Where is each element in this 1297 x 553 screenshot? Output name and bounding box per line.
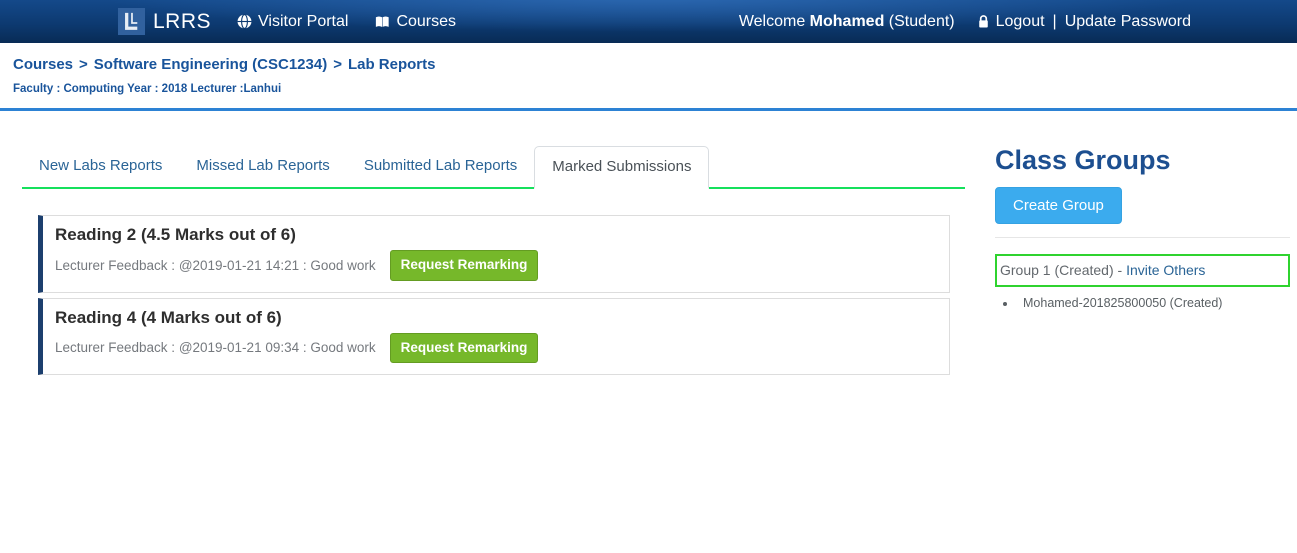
nav-visitor-portal[interactable]: Visitor Portal — [237, 13, 348, 31]
report-card: Reading 2 (4.5 Marks out of 6) Lecturer … — [38, 215, 950, 293]
tab-submitted-lab-reports[interactable]: Submitted Lab Reports — [347, 146, 534, 187]
invite-others-link[interactable]: Invite Others — [1126, 262, 1205, 278]
lecturer-feedback: Lecturer Feedback : @2019-01-21 14:21 : … — [55, 258, 376, 273]
create-group-button[interactable]: Create Group — [995, 187, 1122, 224]
tab-marked-submissions[interactable]: Marked Submissions — [534, 146, 709, 189]
group-item: Group 1 (Created) - Invite Others — [995, 254, 1290, 287]
tab-new-labs-reports[interactable]: New Labs Reports — [22, 146, 179, 187]
update-password-link[interactable]: Update Password — [1065, 13, 1191, 31]
group-member: Mohamed-201825800050 (Created) — [1017, 296, 1290, 310]
tab-missed-lab-reports[interactable]: Missed Lab Reports — [179, 146, 346, 187]
book-icon — [374, 15, 390, 29]
breadcrumb-item-course[interactable]: Software Engineering (CSC1234) — [94, 56, 327, 73]
breadcrumb-separator: > — [333, 56, 342, 73]
brand[interactable]: LRRS — [118, 8, 211, 35]
lock-icon — [977, 14, 990, 29]
username: Mohamed — [810, 13, 885, 30]
nav-courses-label: Courses — [396, 13, 456, 31]
breadcrumb: Courses > Software Engineering (CSC1234) > L… — [13, 56, 1284, 73]
brand-text: LRRS — [153, 10, 211, 34]
globe-icon — [237, 14, 252, 29]
report-title: Reading 2 (4.5 Marks out of 6) — [55, 225, 937, 245]
breadcrumb-item-courses[interactable]: Courses — [13, 56, 73, 73]
request-remarking-button[interactable]: Request Remarking — [390, 250, 539, 281]
tab-bar: New Labs Reports Missed Lab Reports Subm… — [22, 146, 965, 189]
group-member-list: Mohamed-201825800050 (Created) — [995, 296, 1290, 310]
class-groups-panel: Class Groups Create Group Group 1 (Creat… — [995, 146, 1290, 310]
course-meta: Faculty : Computing Year : 2018 Lecturer… — [13, 83, 1284, 95]
nav-courses[interactable]: Courses — [374, 13, 456, 31]
request-remarking-button[interactable]: Request Remarking — [390, 333, 539, 364]
breadcrumb-item-lab-reports: Lab Reports — [348, 56, 436, 73]
logout-label: Logout — [996, 13, 1045, 31]
breadcrumb-strip: Courses > Software Engineering (CSC1234) > L… — [0, 43, 1297, 95]
report-title: Reading 4 (4 Marks out of 6) — [55, 308, 937, 328]
breadcrumb-separator: > — [79, 56, 88, 73]
sidebar-divider — [995, 237, 1290, 238]
logout-link[interactable]: Logout — [977, 13, 1045, 31]
welcome-prefix: Welcome — [739, 13, 805, 30]
nav-pipe-divider: | — [1053, 13, 1057, 31]
nav-visitor-portal-label: Visitor Portal — [258, 13, 348, 31]
marked-submissions-list: Reading 2 (4.5 Marks out of 6) Lecturer … — [38, 215, 950, 375]
user-role: (Student) — [889, 13, 955, 30]
welcome-text: Welcome Mohamed (Student) — [739, 13, 955, 31]
class-groups-title: Class Groups — [995, 146, 1290, 176]
update-password-label: Update Password — [1065, 13, 1191, 31]
main-panel: New Labs Reports Missed Lab Reports Subm… — [22, 146, 965, 380]
group-label: Group 1 (Created) - — [1000, 262, 1126, 278]
lrrs-logo-icon — [118, 8, 145, 35]
lecturer-feedback: Lecturer Feedback : @2019-01-21 09:34 : … — [55, 340, 376, 355]
top-navbar: LRRS Visitor Portal Courses Welcome Moha… — [0, 0, 1297, 43]
report-card: Reading 4 (4 Marks out of 6) Lecturer Fe… — [38, 298, 950, 376]
